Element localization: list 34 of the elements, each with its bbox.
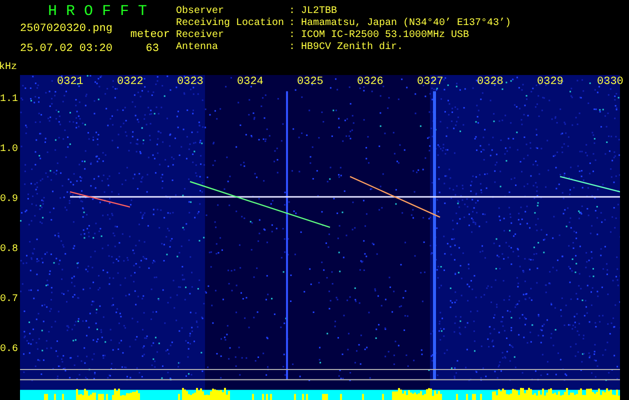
frequency-label: 1.0 [0,144,18,156]
app-title: H R O F F T [47,3,148,20]
mode-label: meteor [130,29,171,42]
time-label: 0327 [417,76,444,88]
time-label: 0322 [117,76,144,88]
frequency-label: 0.9 [0,194,18,206]
info-value: Hamamatsu, Japan (N34°40’ E137°43’) [301,18,512,30]
frequency-label: 1.1 [0,94,18,106]
time-label: 0329 [537,76,564,88]
file-name: 2507020320.png [20,23,112,37]
time-label: 0328 [477,76,504,88]
time-label: 0326 [357,76,384,88]
info-label: Observer [176,6,226,18]
time-label: 0330 [597,76,624,88]
info-label: Receiving Location [176,18,286,30]
frequency-label: 0.7 [0,294,18,306]
info-value: ICOM IC-R2500 53.1000MHz USB [301,30,470,42]
frequency-label: 0.6 [0,344,18,356]
frequency-label: 0.8 [0,244,18,256]
info-value: HB9CV Zenith dir. [301,42,404,54]
info-label: Receiver [176,30,226,42]
time-label: 0324 [237,76,264,88]
info-separator: : [289,18,296,30]
time-label: 0323 [177,76,204,88]
info-value: JL2TBB [301,6,338,18]
time-label: 0325 [297,76,324,88]
info-separator: : [289,30,296,42]
time-label: 0321 [57,76,84,88]
meteor-count: 63 [146,43,160,56]
info-separator: : [289,42,296,54]
axis-unit: kHz [0,61,18,75]
info-label: Antenna [176,42,220,54]
timestamp: 25.07.02 03:20 [20,43,112,56]
info-separator: : [289,6,296,18]
